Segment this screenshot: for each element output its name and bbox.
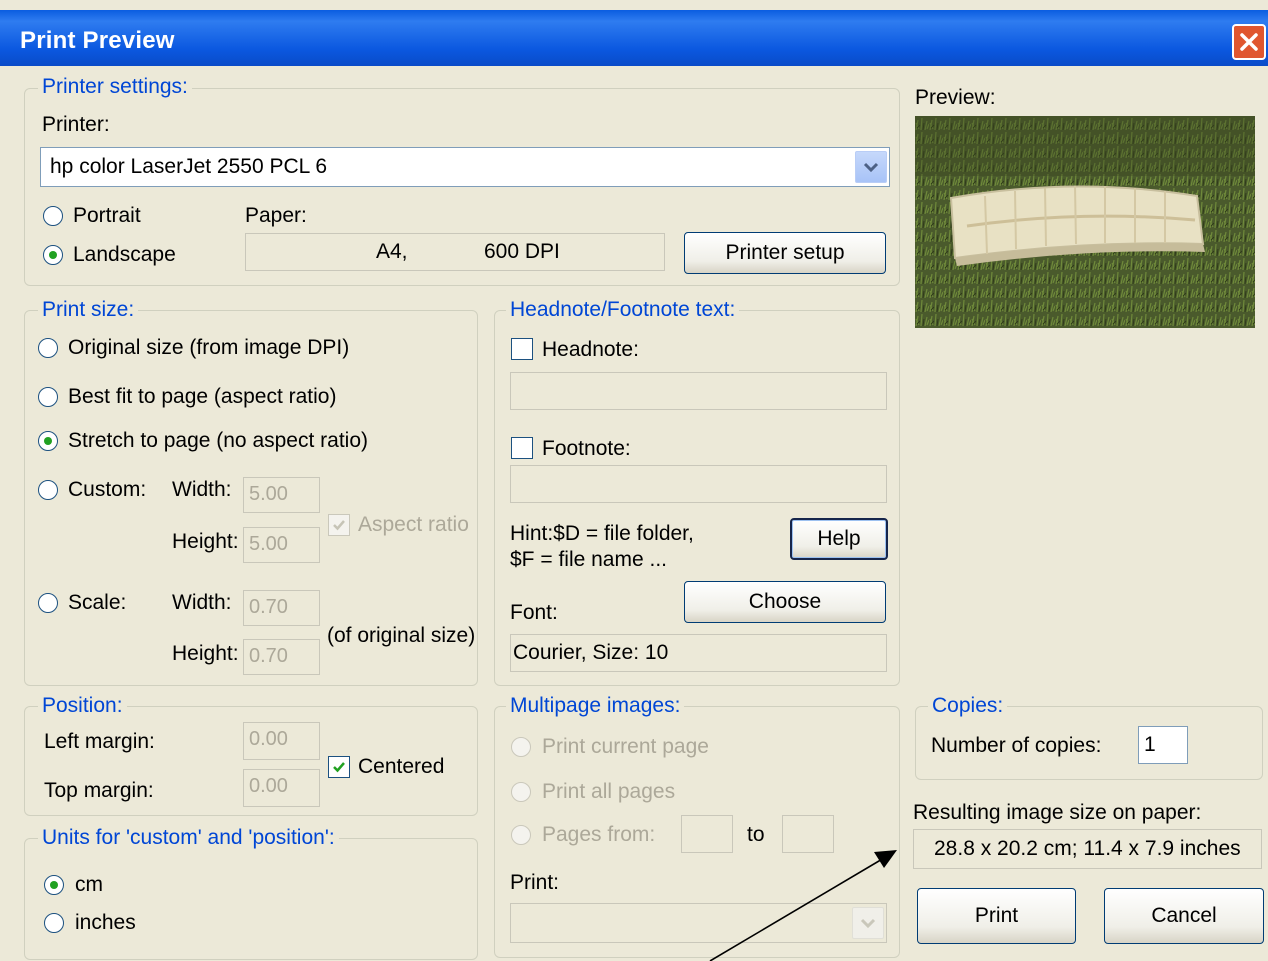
annotation-arrow [709,850,897,961]
